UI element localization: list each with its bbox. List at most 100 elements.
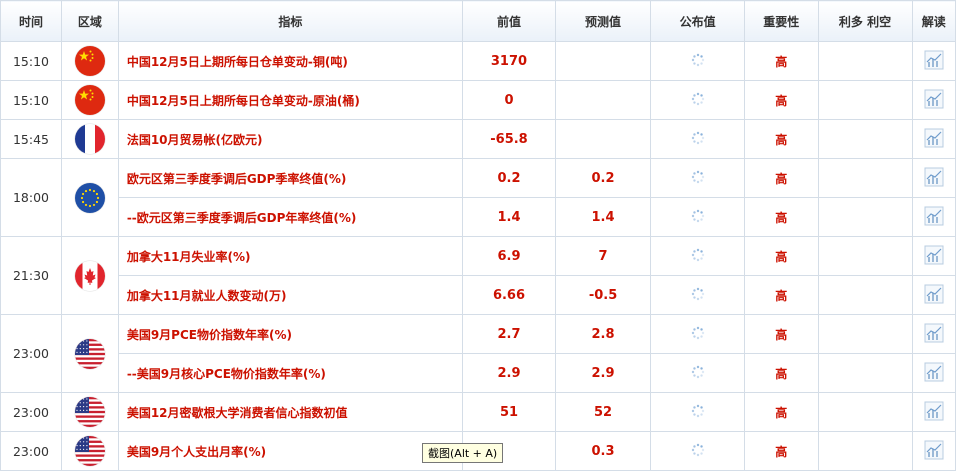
eu-flag-icon <box>74 182 105 213</box>
analysis-cell[interactable] <box>911 392 956 432</box>
screenshot-tooltip: 截图(Alt + A) <box>422 443 504 463</box>
region-cell <box>60 392 119 432</box>
chart-analysis-icon[interactable] <box>924 245 944 268</box>
forecast-value: 1.4 <box>554 197 652 237</box>
forecast-value: 7 <box>554 236 652 276</box>
analysis-cell[interactable] <box>911 197 956 237</box>
indicator-link[interactable]: 中国12月5日上期所每日仓单变动-原油(桶) <box>117 80 463 120</box>
importance-value: 高 <box>744 80 819 120</box>
table-row[interactable]: 18:00 欧元区第三季度季调后GDP季率终值(%) 0.2 0.2 高 <box>0 158 956 237</box>
analysis-cell[interactable] <box>911 353 956 393</box>
header-analysis: 解读 <box>911 0 956 42</box>
previous-value: 0 <box>461 80 557 120</box>
analysis-cell[interactable] <box>911 119 956 159</box>
table-row[interactable]: 15:10 中国12月5日上期所每日仓单变动-铜(吨) 3170 高 <box>0 41 956 81</box>
china-flag-icon <box>74 85 105 115</box>
forecast-value: 52 <box>554 392 652 432</box>
loading-spinner-icon <box>691 404 705 421</box>
chart-analysis-icon[interactable] <box>924 284 944 307</box>
actual-value <box>650 392 746 432</box>
loading-spinner-icon <box>691 248 705 265</box>
indicator-link[interactable]: 加拿大11月就业人数变动(万) <box>117 275 463 315</box>
analysis-cell[interactable] <box>911 236 956 276</box>
forecast-value: -0.5 <box>554 275 652 315</box>
importance-value: 高 <box>744 197 819 237</box>
importance-value: 高 <box>744 275 819 315</box>
chart-analysis-icon[interactable] <box>924 401 944 424</box>
previous-value: 1.4 <box>461 197 557 237</box>
previous-value: 51 <box>461 392 557 432</box>
loading-spinner-icon <box>691 92 705 109</box>
table-row[interactable]: --美国9月核心PCE物价指数年率(%) 2.9 2.9 高 <box>1 353 956 393</box>
forecast-value: 0.2 <box>554 158 652 198</box>
actual-value <box>650 119 746 159</box>
indicator-link[interactable]: --美国9月核心PCE物价指数年率(%) <box>117 353 463 393</box>
china-flag-icon <box>74 46 105 76</box>
time-cell: 23:00 <box>0 431 62 471</box>
previous-value: 6.66 <box>461 275 557 315</box>
region-cell <box>60 314 119 393</box>
analysis-cell[interactable] <box>911 431 956 471</box>
time-cell: 15:10 <box>0 80 62 120</box>
importance-value: 高 <box>744 314 819 354</box>
forecast-value <box>554 41 652 81</box>
chart-analysis-icon[interactable] <box>924 362 944 385</box>
impact-cell <box>817 80 913 120</box>
importance-value: 高 <box>744 158 819 198</box>
loading-spinner-icon <box>691 365 705 382</box>
header-time: 时间 <box>0 0 62 42</box>
header-importance: 重要性 <box>744 0 819 42</box>
chart-analysis-icon[interactable] <box>924 323 944 346</box>
time-cell: 15:10 <box>0 41 62 81</box>
time-cell: 23:00 <box>0 314 62 393</box>
chart-analysis-icon[interactable] <box>924 440 944 463</box>
time-cell: 21:30 <box>0 236 62 315</box>
chart-analysis-icon[interactable] <box>924 50 944 73</box>
actual-value <box>650 314 746 354</box>
table-row[interactable]: 21:30 加拿大11月失业率(%) 6.9 7 高 <box>0 236 956 315</box>
table-row[interactable]: 23:00 美国12月密歇根大学消费者信心指数初值 51 52 高 <box>0 392 956 432</box>
table-row[interactable]: 23:00 美国9月PCE物价指数年率(%) 2.7 2.8 高 <box>0 314 956 393</box>
forecast-value: 2.9 <box>554 353 652 393</box>
table-row[interactable]: --欧元区第三季度季调后GDP年率终值(%) 1.4 1.4 高 <box>1 197 956 237</box>
previous-value: 2.9 <box>461 353 557 393</box>
indicator-link[interactable]: --欧元区第三季度季调后GDP年率终值(%) <box>117 197 463 237</box>
loading-spinner-icon <box>691 287 705 304</box>
indicator-link[interactable]: 美国9月PCE物价指数年率(%) <box>117 314 463 354</box>
region-cell <box>60 119 119 159</box>
actual-value <box>650 197 746 237</box>
chart-analysis-icon[interactable] <box>924 89 944 112</box>
analysis-cell[interactable] <box>911 275 956 315</box>
actual-value <box>650 80 746 120</box>
chart-analysis-icon[interactable] <box>924 206 944 229</box>
analysis-cell[interactable] <box>911 80 956 120</box>
analysis-cell[interactable] <box>911 158 956 198</box>
actual-value <box>650 158 746 198</box>
impact-cell <box>817 314 913 354</box>
table-row[interactable]: 加拿大11月就业人数变动(万) 6.66 -0.5 高 <box>1 275 956 315</box>
indicator-link[interactable]: 法国10月贸易帐(亿欧元) <box>117 119 463 159</box>
table-row[interactable]: 15:45 法国10月贸易帐(亿欧元) -65.8 高 <box>0 119 956 159</box>
forecast-value <box>554 80 652 120</box>
chart-analysis-icon[interactable] <box>924 167 944 190</box>
usa-flag-icon <box>74 397 105 427</box>
indicator-link[interactable]: 美国12月密歇根大学消费者信心指数初值 <box>117 392 463 432</box>
table-header-row: 时间 区域 指标 前值 预测值 公布值 重要性 利多 利空 解读 <box>0 0 956 42</box>
importance-value: 高 <box>744 353 819 393</box>
impact-cell <box>817 275 913 315</box>
table-row[interactable]: 15:10 中国12月5日上期所每日仓单变动-原油(桶) 0 高 <box>0 80 956 120</box>
chart-analysis-icon[interactable] <box>924 128 944 151</box>
indicator-link[interactable]: 中国12月5日上期所每日仓单变动-铜(吨) <box>117 41 463 81</box>
impact-cell <box>817 158 913 198</box>
indicator-link[interactable]: 加拿大11月失业率(%) <box>117 236 463 276</box>
region-cell <box>60 80 119 120</box>
indicator-link[interactable]: 美国9月个人支出月率(%) <box>117 431 463 471</box>
analysis-cell[interactable] <box>911 41 956 81</box>
indicator-link[interactable]: 欧元区第三季度季调后GDP季率终值(%) <box>117 158 463 198</box>
impact-cell <box>817 197 913 237</box>
header-forecast: 预测值 <box>554 0 652 42</box>
analysis-cell[interactable] <box>911 314 956 354</box>
actual-value <box>650 41 746 81</box>
region-cell <box>60 236 119 315</box>
canada-flag-icon <box>74 260 105 291</box>
